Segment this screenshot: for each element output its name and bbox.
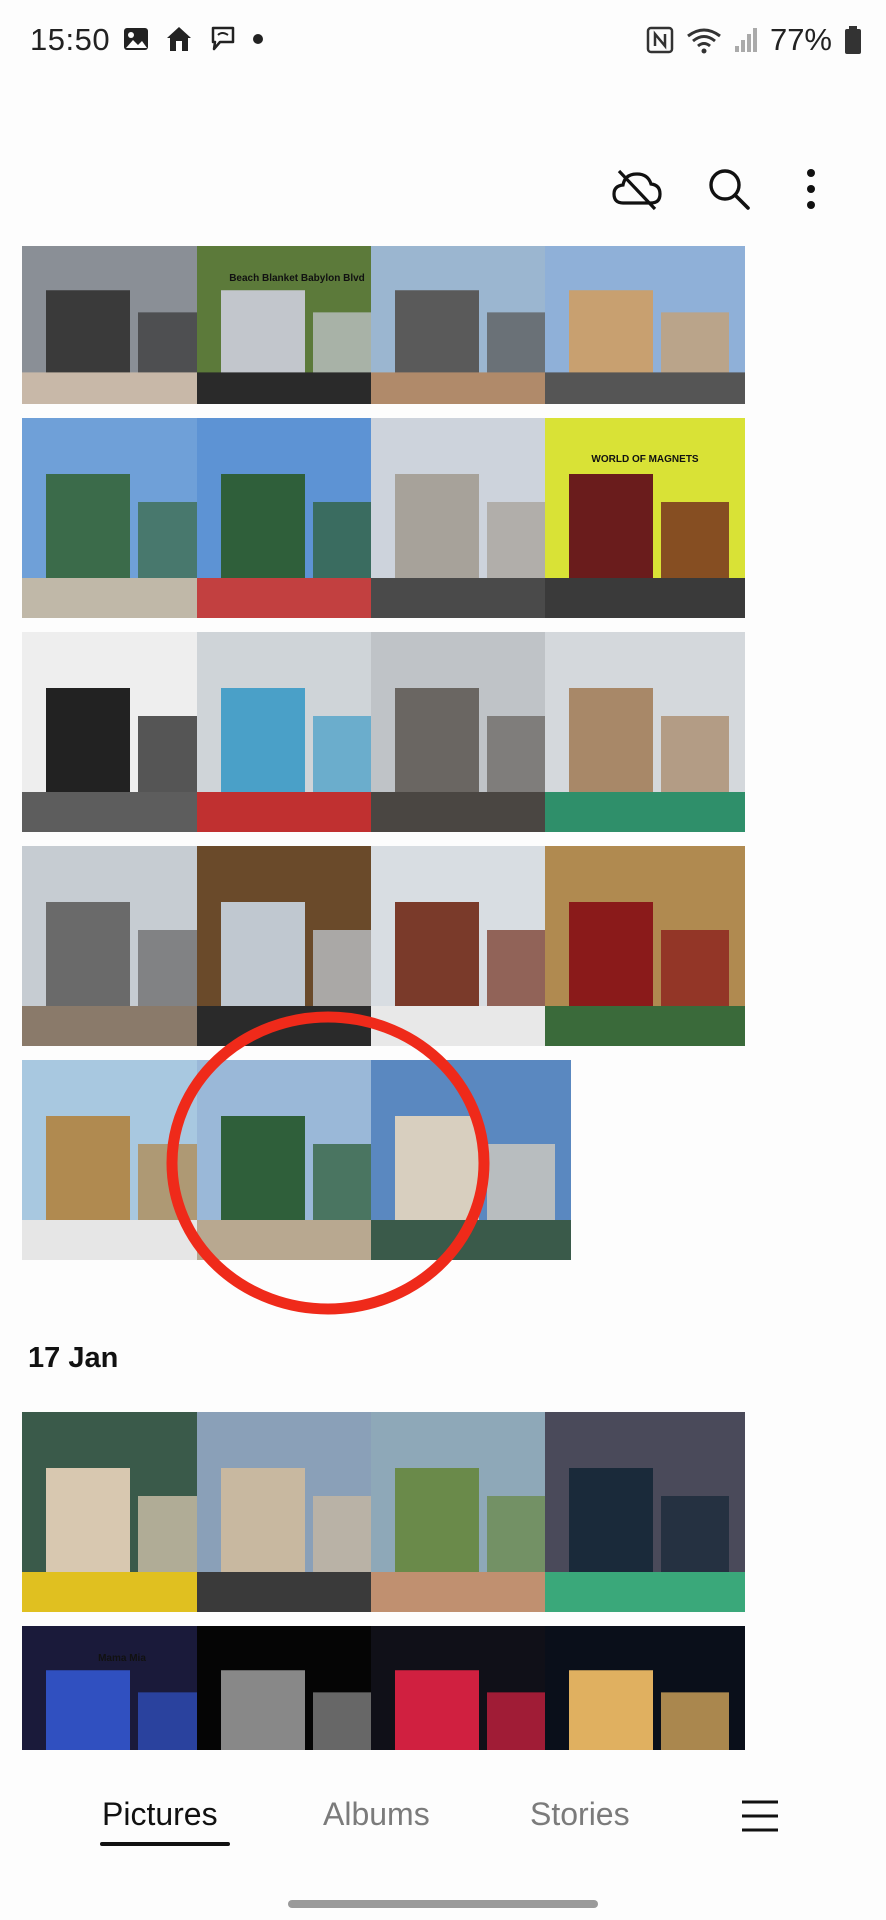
cloud-sync-button[interactable] bbox=[602, 154, 672, 224]
battery-icon bbox=[845, 26, 861, 54]
date-header: 17 Jan bbox=[28, 1342, 119, 1374]
active-tab-indicator bbox=[100, 1842, 230, 1846]
photo-thumbnail[interactable] bbox=[22, 846, 222, 1046]
tab-albums[interactable]: Albums bbox=[323, 1796, 430, 1833]
status-bar: 15:50 77% bbox=[0, 0, 886, 84]
photo-thumbnail[interactable] bbox=[197, 846, 397, 1046]
photo-sign-text: Beach Blanket Babylon Blvd bbox=[229, 273, 365, 284]
photo-thumbnail[interactable] bbox=[197, 1412, 397, 1612]
battery-percentage: 77% bbox=[769, 22, 832, 57]
gallery-notification-icon bbox=[124, 28, 148, 50]
photo-thumbnail[interactable] bbox=[545, 1412, 745, 1612]
photo-thumbnail[interactable] bbox=[371, 632, 571, 832]
more-vert-icon bbox=[807, 169, 815, 209]
wifi-icon bbox=[687, 28, 721, 54]
photo-thumbnail[interactable] bbox=[545, 632, 745, 832]
photo-thumbnail[interactable]: Beach Blanket Babylon Blvd bbox=[197, 246, 397, 404]
status-left-icons bbox=[122, 24, 264, 54]
search-button[interactable] bbox=[694, 154, 764, 224]
photo-thumbnail[interactable] bbox=[545, 846, 745, 1046]
nfc-icon bbox=[646, 26, 674, 54]
photo-thumbnail[interactable] bbox=[197, 418, 397, 618]
more-options-button[interactable] bbox=[776, 154, 846, 224]
photo-thumbnail[interactable] bbox=[197, 1060, 397, 1260]
status-right-icons: 77% bbox=[646, 22, 862, 58]
signal-icon bbox=[734, 28, 757, 52]
search-icon bbox=[709, 169, 750, 210]
photo-thumbnail[interactable] bbox=[22, 1412, 222, 1612]
photo-thumbnail[interactable] bbox=[22, 632, 222, 832]
menu-icon bbox=[742, 1800, 778, 1832]
dot-icon bbox=[253, 34, 263, 44]
photo-thumbnail[interactable] bbox=[22, 246, 222, 404]
status-time: 15:50 bbox=[30, 22, 111, 57]
photo-thumbnail[interactable] bbox=[371, 418, 571, 618]
top-toolbar bbox=[0, 150, 886, 230]
photo-thumbnail[interactable] bbox=[545, 246, 745, 404]
tab-stories[interactable]: Stories bbox=[530, 1796, 630, 1833]
photo-sign-text: Mama Mia bbox=[98, 1653, 146, 1664]
photo-thumbnail[interactable] bbox=[371, 246, 571, 404]
home-indicator[interactable] bbox=[288, 1900, 598, 1908]
photo-sign-text: WORLD OF MAGNETS bbox=[591, 454, 699, 465]
photo-thumbnail[interactable] bbox=[22, 1060, 222, 1260]
photo-thumbnail[interactable] bbox=[371, 1412, 571, 1612]
cloud-off-icon bbox=[612, 169, 662, 211]
photo-thumbnail[interactable] bbox=[197, 632, 397, 832]
photo-thumbnail[interactable] bbox=[22, 418, 222, 618]
photo-thumbnail[interactable]: WORLD OF MAGNETS bbox=[545, 418, 745, 618]
photo-thumbnail[interactable] bbox=[371, 1060, 571, 1260]
bottom-navigation: Pictures Albums Stories bbox=[0, 1750, 886, 1880]
home-notification-icon bbox=[167, 27, 191, 51]
tab-pictures[interactable]: Pictures bbox=[102, 1796, 218, 1833]
photo-thumbnail[interactable] bbox=[371, 846, 571, 1046]
menu-button[interactable] bbox=[734, 1790, 786, 1842]
chat-notification-icon bbox=[211, 26, 235, 51]
